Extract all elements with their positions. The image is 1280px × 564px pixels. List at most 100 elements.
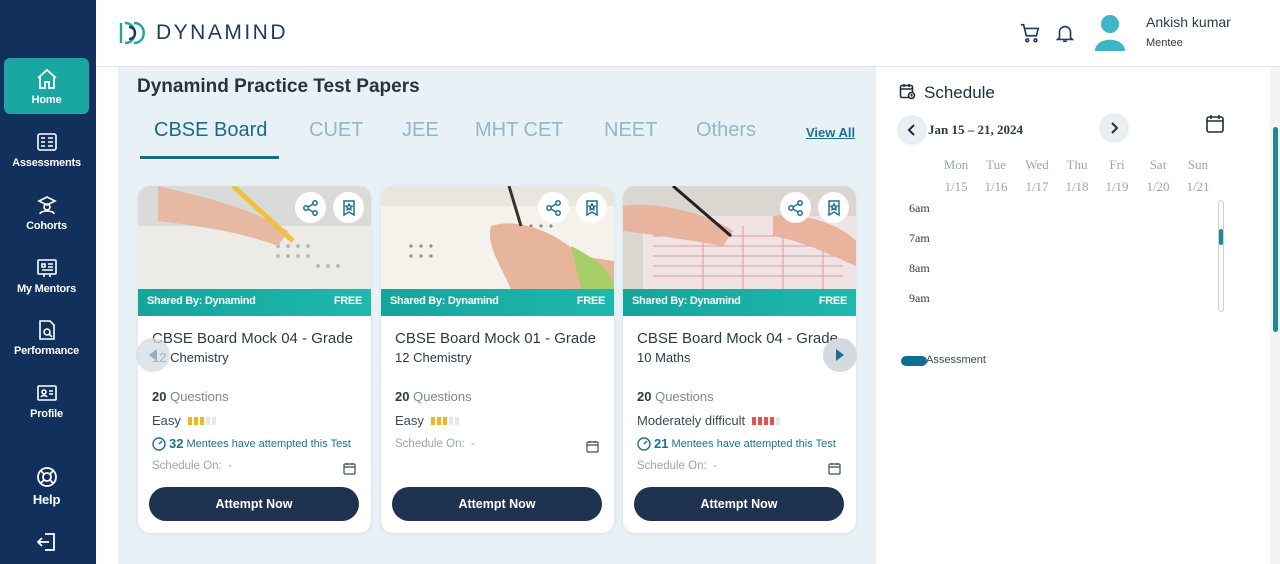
bookmark-button[interactable]: [576, 192, 607, 223]
difficulty-segment: [752, 416, 757, 425]
tab-cuet[interactable]: CUET: [309, 119, 363, 142]
difficulty: Easy: [152, 413, 218, 428]
calendar-picker-icon[interactable]: [1205, 114, 1225, 134]
shared-by-bar: Shared By: Dynamind FREE: [623, 289, 856, 316]
day-header-sat: Sat 1/20: [1146, 157, 1170, 194]
test-title[interactable]: CBSE Board Mock 04 - Grade 10 Maths: [637, 329, 847, 367]
difficulty-segment: [436, 416, 441, 425]
difficulty-meter: [752, 416, 782, 425]
bookmark-button[interactable]: [333, 192, 364, 223]
page-scrollbar-thumb[interactable]: [1273, 127, 1278, 332]
difficulty-segment: [430, 416, 435, 425]
sidebar-item-home[interactable]: Home: [4, 58, 89, 114]
shared-by-label: Shared By: Dynamind: [390, 295, 499, 307]
carousel-prev-button[interactable]: [136, 338, 170, 372]
share-button[interactable]: [538, 192, 569, 223]
bookmark-star-icon: [827, 199, 840, 216]
attempted-text: Mentees have attempted this Test: [186, 437, 351, 450]
schedule-on: Schedule On: -: [152, 460, 232, 472]
schedule-calendar-icon: [899, 84, 916, 100]
difficulty-meter: [187, 416, 218, 425]
time-slot-label: 6am: [909, 201, 930, 215]
bell-icon[interactable]: [1054, 22, 1076, 44]
schedule-on-label: Schedule On:: [395, 438, 465, 450]
shared-by-label: Shared By: Dynamind: [632, 295, 741, 307]
cohorts-icon: [36, 195, 57, 214]
cart-icon[interactable]: [1019, 22, 1041, 44]
top-header: DYNAMIND Ankish kumar Mentee: [96, 0, 1280, 67]
test-title[interactable]: CBSE Board Mock 04 - Grade 12 Chemistry: [152, 329, 362, 367]
sidebar-item-label: Help: [32, 492, 61, 507]
page-scrollbar[interactable]: [1270, 67, 1280, 564]
sidebar-item-assessments[interactable]: Assessments: [4, 121, 89, 177]
app-root: Home Assessments Cohorts My Mentors Perf…: [0, 0, 1280, 564]
question-count: 20 Questions: [637, 389, 714, 404]
difficulty: Easy: [395, 413, 461, 428]
next-week-button[interactable]: [1099, 113, 1129, 143]
attempt-now-button[interactable]: Attempt Now: [149, 487, 359, 521]
carousel-next-button[interactable]: [823, 338, 857, 372]
shared-by-label: Shared By: Dynamind: [147, 295, 256, 307]
test-card: Shared By: Dynamind FREE CBSE Board Mock…: [623, 186, 856, 533]
test-card: Shared By: Dynamind FREE CBSE Board Mock…: [381, 186, 614, 533]
test-title-line2: 10 Maths: [637, 350, 691, 365]
difficulty-segment: [770, 416, 775, 425]
price-badge: FREE: [576, 295, 605, 307]
shared-by-bar: Shared By: Dynamind FREE: [138, 289, 371, 316]
difficulty-segment: [193, 416, 198, 425]
share-button[interactable]: [780, 192, 811, 223]
share-icon: [545, 199, 561, 216]
brand-logo[interactable]: DYNAMIND: [118, 18, 288, 48]
time-scrollbar-thumb[interactable]: [1219, 229, 1223, 245]
legend-assessment-label: Assessment: [926, 354, 986, 366]
triangle-left-icon: [149, 349, 157, 361]
schedule-title: Schedule: [924, 83, 995, 102]
schedule-on: Schedule On: -: [637, 460, 717, 472]
difficulty: Moderately difficult: [637, 413, 782, 428]
share-button[interactable]: [295, 192, 326, 223]
schedule-on-value: -: [228, 460, 232, 472]
share-icon: [787, 199, 803, 216]
attempt-now-button[interactable]: Attempt Now: [634, 487, 844, 521]
price-badge: FREE: [333, 295, 362, 307]
test-title[interactable]: CBSE Board Mock 01 - Grade 12 Chemistry: [395, 329, 605, 367]
tab-others[interactable]: Others: [696, 119, 756, 142]
tab-mht-cet[interactable]: MHT CET: [475, 119, 564, 142]
tab-neet[interactable]: NEET: [604, 119, 657, 142]
dynamind-logo-icon: [119, 21, 145, 45]
question-count-value: 20: [395, 389, 410, 404]
sidebar-item-profile[interactable]: Profile: [4, 372, 89, 428]
question-count-label: Questions: [413, 389, 472, 404]
avatar[interactable]: [1094, 14, 1126, 52]
day-header-mon: Mon 1/15: [943, 157, 969, 194]
calendar-icon[interactable]: [343, 462, 356, 475]
attempted-count: 21: [654, 436, 669, 451]
test-title-line2: 12 Chemistry: [395, 350, 472, 365]
time-slot-label: 9am: [909, 291, 930, 305]
sidebar-item-label: Cohorts: [26, 219, 67, 232]
prev-week-button[interactable]: [897, 115, 927, 145]
difficulty-label: Easy: [395, 413, 424, 428]
calendar-icon[interactable]: [586, 440, 599, 453]
schedule-on-label: Schedule On:: [152, 460, 222, 472]
user-role: Mentee: [1146, 37, 1183, 49]
time-scrollbar[interactable]: [1218, 200, 1224, 312]
difficulty-label: Easy: [152, 413, 181, 428]
week-range: Jan 15 – 21, 2024: [928, 122, 1023, 137]
sidebar-item-cohorts[interactable]: Cohorts: [4, 184, 89, 240]
logout-icon[interactable]: [35, 530, 59, 554]
tab-jee[interactable]: JEE: [402, 119, 439, 142]
attempt-now-button[interactable]: Attempt Now: [392, 487, 602, 521]
difficulty-segment: [205, 416, 210, 425]
sidebar-item-my-mentors[interactable]: My Mentors: [4, 247, 89, 303]
sidebar-item-performance[interactable]: Performance: [4, 309, 89, 365]
attempted-text: Mentees have attempted this Test: [671, 437, 836, 450]
schedule-on-value: -: [713, 460, 717, 472]
bookmark-button[interactable]: [818, 192, 849, 223]
view-all-link[interactable]: View All: [806, 125, 855, 140]
question-count-value: 20: [152, 389, 167, 404]
sidebar-item-help[interactable]: Help: [4, 458, 89, 514]
tab-cbse-board[interactable]: CBSE Board: [154, 119, 267, 142]
bookmark-star-icon: [342, 199, 355, 216]
calendar-icon[interactable]: [828, 462, 841, 475]
